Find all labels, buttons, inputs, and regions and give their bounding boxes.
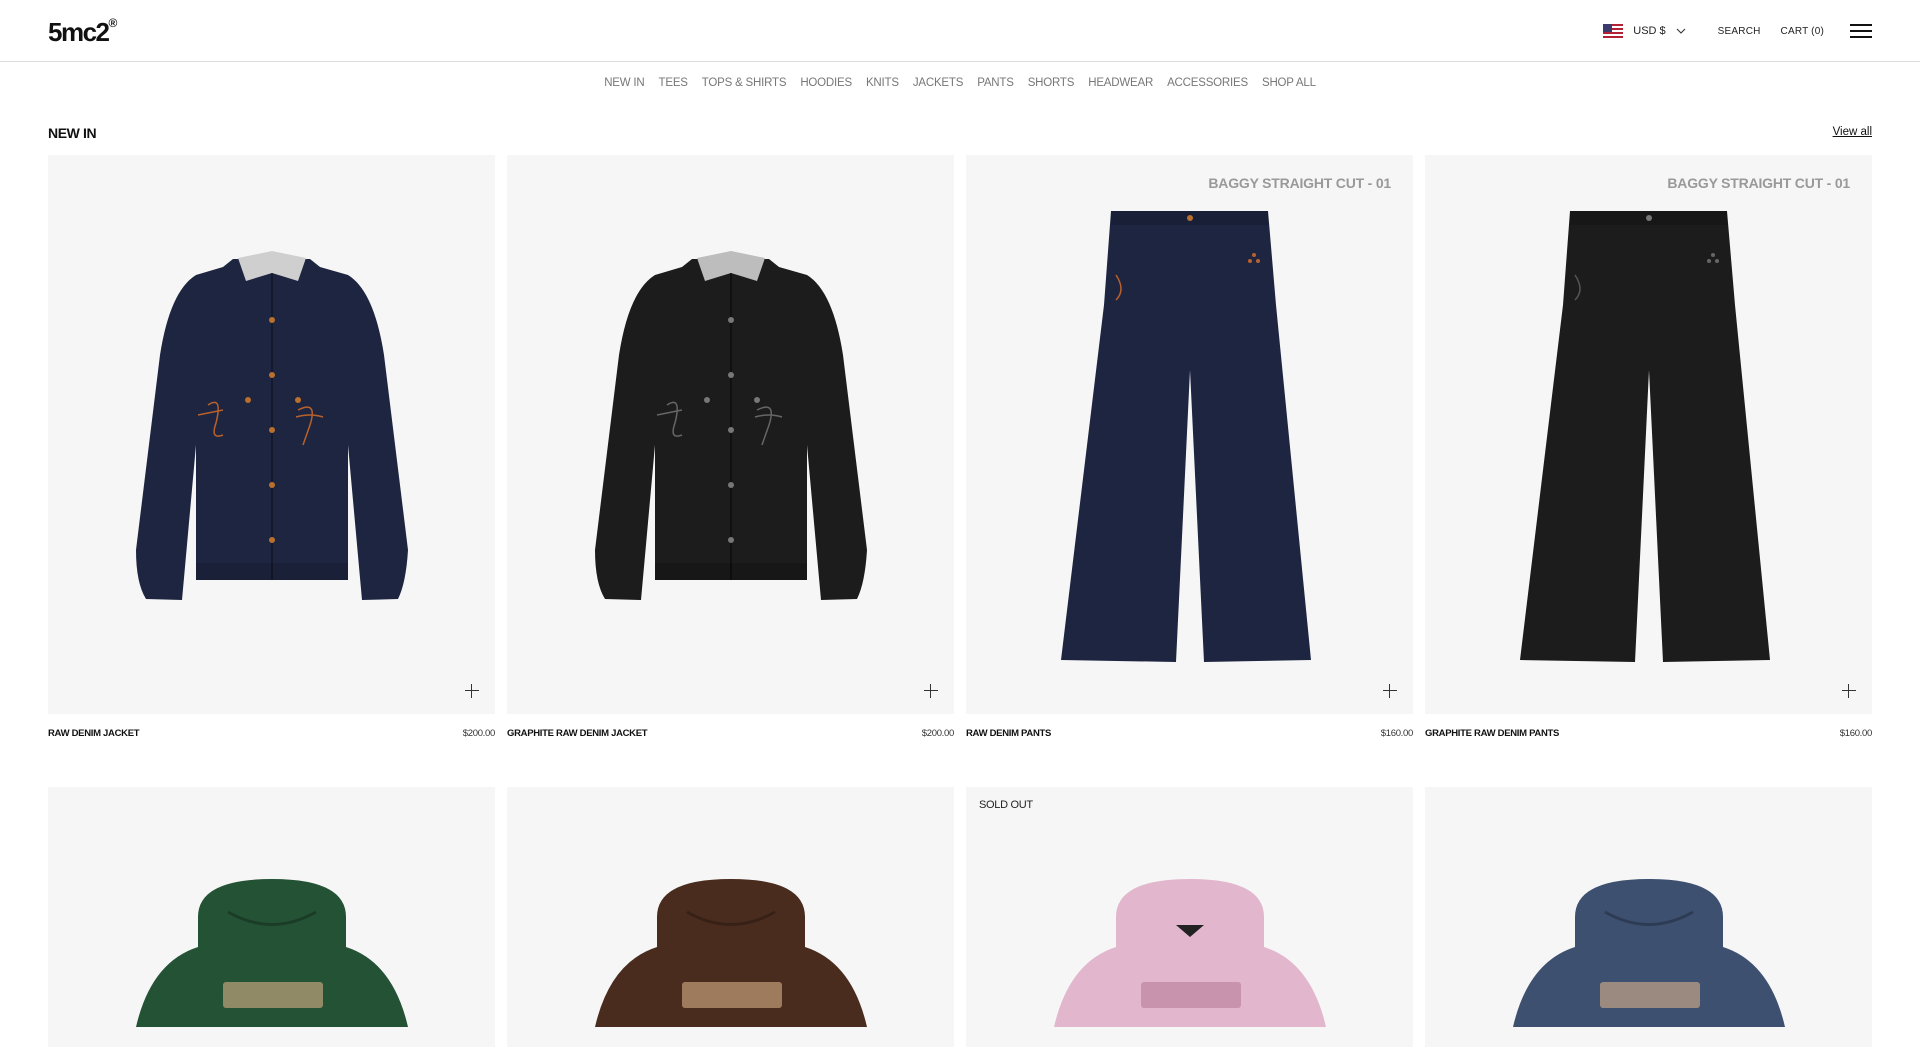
logo-text: 5mc2 bbox=[48, 17, 110, 47]
pants-image bbox=[1520, 211, 1770, 662]
product-name[interactable]: RAW DENIM PANTS bbox=[966, 728, 1051, 739]
site-header: 5mc2® USD $ SEARCH CART (0) bbox=[0, 0, 1920, 62]
product-price: $160.00 bbox=[1839, 728, 1873, 739]
hoodie-image bbox=[1513, 879, 1785, 1027]
product-price: $200.00 bbox=[921, 728, 955, 739]
registered-mark: ® bbox=[108, 16, 118, 31]
jacket-image bbox=[595, 251, 867, 600]
product-price: $160.00 bbox=[1380, 728, 1414, 739]
product-name[interactable]: GRAPHITE RAW DENIM JACKET bbox=[507, 728, 648, 739]
product-image[interactable] bbox=[48, 155, 495, 714]
site-logo[interactable]: 5mc2® bbox=[48, 16, 118, 48]
view-all-link[interactable]: View all bbox=[1833, 126, 1872, 138]
search-link[interactable]: SEARCH bbox=[1718, 26, 1761, 37]
nav-tees[interactable]: TEES bbox=[659, 77, 688, 89]
nav-hoodies[interactable]: HOODIES bbox=[800, 77, 852, 89]
currency-label: USD $ bbox=[1633, 25, 1666, 37]
category-nav: NEW IN TEES TOPS & SHIRTS HOODIES KNITS JACKE… bbox=[0, 77, 1920, 89]
nav-jackets[interactable]: JACKETS bbox=[913, 77, 964, 89]
nav-new-in[interactable]: NEW IN bbox=[604, 77, 645, 89]
product-price: $200.00 bbox=[462, 728, 496, 739]
nav-knits[interactable]: KNITS bbox=[866, 77, 899, 89]
chevron-down-icon bbox=[1676, 28, 1686, 34]
product-name[interactable]: GRAPHITE RAW DENIM PANTS bbox=[1425, 728, 1559, 739]
currency-selector[interactable]: USD $ bbox=[1603, 24, 1686, 38]
section-title: NEW IN bbox=[48, 125, 97, 141]
menu-icon[interactable] bbox=[1850, 24, 1872, 38]
product-image[interactable] bbox=[1425, 787, 1872, 1047]
product-meta: RAW DENIM PANTS $160.00 bbox=[966, 728, 1413, 740]
product-image[interactable]: BAGGY STRAIGHT CUT - 01 bbox=[966, 155, 1413, 714]
quick-add-plus-icon[interactable] bbox=[465, 684, 479, 698]
product-image[interactable] bbox=[48, 787, 495, 1047]
product-image[interactable]: BAGGY STRAIGHT CUT - 01 bbox=[1425, 155, 1872, 714]
hoodie-image bbox=[1054, 879, 1326, 1027]
cart-link[interactable]: CART (0) bbox=[1781, 26, 1824, 37]
quick-add-plus-icon[interactable] bbox=[1383, 684, 1397, 698]
quick-add-plus-icon[interactable] bbox=[1842, 684, 1856, 698]
nav-headwear[interactable]: HEADWEAR bbox=[1088, 77, 1153, 89]
pants-image bbox=[1061, 211, 1311, 662]
product-image[interactable] bbox=[507, 155, 954, 714]
nav-accessories[interactable]: ACCESSORIES bbox=[1167, 77, 1248, 89]
us-flag-icon bbox=[1603, 24, 1624, 38]
product-name[interactable]: RAW DENIM JACKET bbox=[48, 728, 140, 739]
nav-shorts[interactable]: SHORTS bbox=[1028, 77, 1075, 89]
nav-pants[interactable]: PANTS bbox=[977, 77, 1014, 89]
product-image[interactable] bbox=[507, 787, 954, 1047]
hoodie-image bbox=[595, 879, 867, 1027]
product-meta: GRAPHITE RAW DENIM PANTS $160.00 bbox=[1425, 728, 1872, 740]
product-image[interactable]: SOLD OUT bbox=[966, 787, 1413, 1047]
quick-add-plus-icon[interactable] bbox=[924, 684, 938, 698]
hoodie-image bbox=[136, 879, 408, 1027]
header-actions: USD $ SEARCH CART (0) bbox=[1603, 0, 1872, 62]
nav-tops-shirts[interactable]: TOPS & SHIRTS bbox=[702, 77, 787, 89]
nav-shop-all[interactable]: SHOP ALL bbox=[1262, 77, 1316, 89]
jacket-image bbox=[136, 251, 408, 600]
product-meta: GRAPHITE RAW DENIM JACKET $200.00 bbox=[507, 728, 954, 740]
product-meta: RAW DENIM JACKET $200.00 bbox=[48, 728, 495, 740]
